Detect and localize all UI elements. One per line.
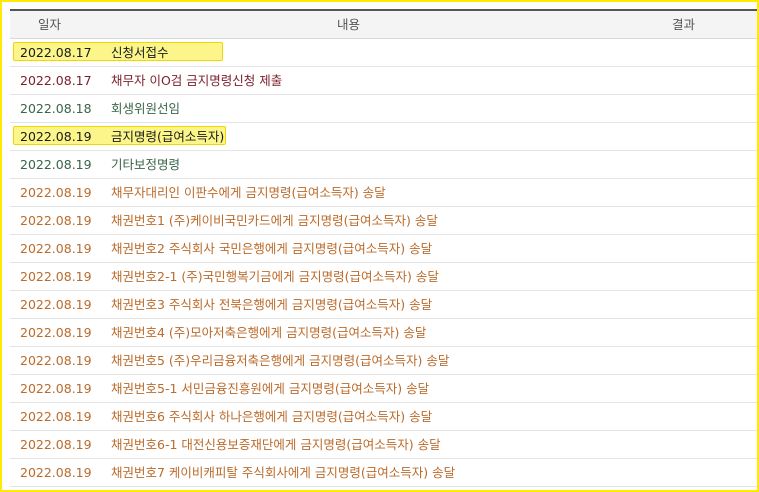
row-date: 2022.08.17 xyxy=(20,73,92,88)
table-row: 2022.08.17 신청서접수 xyxy=(10,39,757,67)
table-row: 2022.08.19 금지명령(급여소득자) xyxy=(10,123,757,151)
case-progress-table: 일자 내용 결과 2022.08.17 신청서접수 2022.08.17 채무자 이O… xyxy=(10,9,757,487)
table-body: 2022.08.17 신청서접수 2022.08.17 채무자 이O검 금지명령신청 … xyxy=(10,39,757,487)
row-date: 2022.08.17 xyxy=(20,45,92,60)
row-content: 채권번호1 (주)케이비국민카드에게 금지명령(급여소득자) 송달 xyxy=(111,213,438,228)
row-date: 2022.08.19 xyxy=(20,465,92,480)
row-date: 2022.08.19 xyxy=(20,129,92,144)
row-date: 2022.08.19 xyxy=(20,325,92,340)
table-row: 2022.08.19 기타보정명령 xyxy=(10,151,757,179)
row-content: 채권번호6-1 대전신용보증재단에게 금지명령(급여소득자) 송달 xyxy=(111,437,441,452)
row-content: 신청서접수 xyxy=(111,45,169,60)
header-content: 내용 xyxy=(337,17,361,32)
highlight-frame: 일자 내용 결과 2022.08.17 신청서접수 2022.08.17 채무자 이O… xyxy=(0,0,759,492)
row-date: 2022.08.19 xyxy=(20,409,92,424)
row-date: 2022.08.19 xyxy=(20,353,92,368)
table-row: 2022.08.19 채권번호2 주식회사 국민은행에게 금지명령(급여소득자) … xyxy=(10,235,757,263)
row-date: 2022.08.19 xyxy=(20,185,92,200)
table-row: 2022.08.19 채권번호1 (주)케이비국민카드에게 금지명령(급여소득자)… xyxy=(10,207,757,235)
row-content: 회생위원선임 xyxy=(111,101,181,116)
row-content: 채권번호6 주식회사 하나은행에게 금지명령(급여소득자) 송달 xyxy=(111,409,433,424)
row-date: 2022.08.19 xyxy=(20,157,92,172)
table-row: 2022.08.19 채권번호2-1 (주)국민행복기금에게 금지명령(급여소득자… xyxy=(10,263,757,291)
row-date: 2022.08.19 xyxy=(20,381,92,396)
row-date: 2022.08.19 xyxy=(20,437,92,452)
row-content: 채권번호5 (주)우리금융저축은행에게 금지명령(급여소득자) 송달 xyxy=(111,353,450,368)
table-row: 2022.08.19 채권번호4 (주)모아저축은행에게 금지명령(급여소득자) … xyxy=(10,319,757,347)
row-content: 채권번호2 주식회사 국민은행에게 금지명령(급여소득자) 송달 xyxy=(111,241,433,256)
row-date: 2022.08.18 xyxy=(20,101,92,116)
table-row: 2022.08.19 채권번호3 주식회사 전북은행에게 금지명령(급여소득자) … xyxy=(10,291,757,319)
row-content: 채권번호7 케이비캐피탈 주식회사에게 금지명령(급여소득자) 송달 xyxy=(111,465,456,480)
row-content: 채권번호5-1 서민금융진흥원에게 금지명령(급여소득자) 송달 xyxy=(111,381,430,396)
table-row: 2022.08.19 채무자대리인 이판수에게 금지명령(급여소득자) 송달 xyxy=(10,179,757,207)
table-row: 2022.08.19 채권번호6-1 대전신용보증재단에게 금지명령(급여소득자)… xyxy=(10,431,757,459)
table-row: 2022.08.19 채권번호7 케이비캐피탈 주식회사에게 금지명령(급여소득자… xyxy=(10,459,757,487)
table-row: 2022.08.19 채권번호6 주식회사 하나은행에게 금지명령(급여소득자) … xyxy=(10,403,757,431)
row-content: 채권번호4 (주)모아저축은행에게 금지명령(급여소득자) 송달 xyxy=(111,325,427,340)
row-content: 채권번호3 주식회사 전북은행에게 금지명령(급여소득자) 송달 xyxy=(111,297,433,312)
row-date: 2022.08.19 xyxy=(20,297,92,312)
table-header: 일자 내용 결과 xyxy=(10,9,757,39)
row-content: 채무자대리인 이판수에게 금지명령(급여소득자) 송달 xyxy=(111,185,386,200)
table-row: 2022.08.17 채무자 이O검 금지명령신청 제출 xyxy=(10,67,757,95)
table-row: 2022.08.19 채권번호5 (주)우리금융저축은행에게 금지명령(급여소득자… xyxy=(10,347,757,375)
row-content: 금지명령(급여소득자) xyxy=(111,129,225,144)
row-date: 2022.08.19 xyxy=(20,241,92,256)
row-content: 기타보정명령 xyxy=(111,157,181,172)
row-date: 2022.08.19 xyxy=(20,269,92,284)
table-row: 2022.08.18 회생위원선임 xyxy=(10,95,757,123)
row-content: 채권번호2-1 (주)국민행복기금에게 금지명령(급여소득자) 송달 xyxy=(111,269,439,284)
row-date: 2022.08.19 xyxy=(20,213,92,228)
table-row: 2022.08.19 채권번호5-1 서민금융진흥원에게 금지명령(급여소득자) … xyxy=(10,375,757,403)
header-date: 일자 xyxy=(38,17,62,32)
header-result: 결과 xyxy=(672,17,696,32)
row-content: 채무자 이O검 금지명령신청 제출 xyxy=(111,73,283,88)
